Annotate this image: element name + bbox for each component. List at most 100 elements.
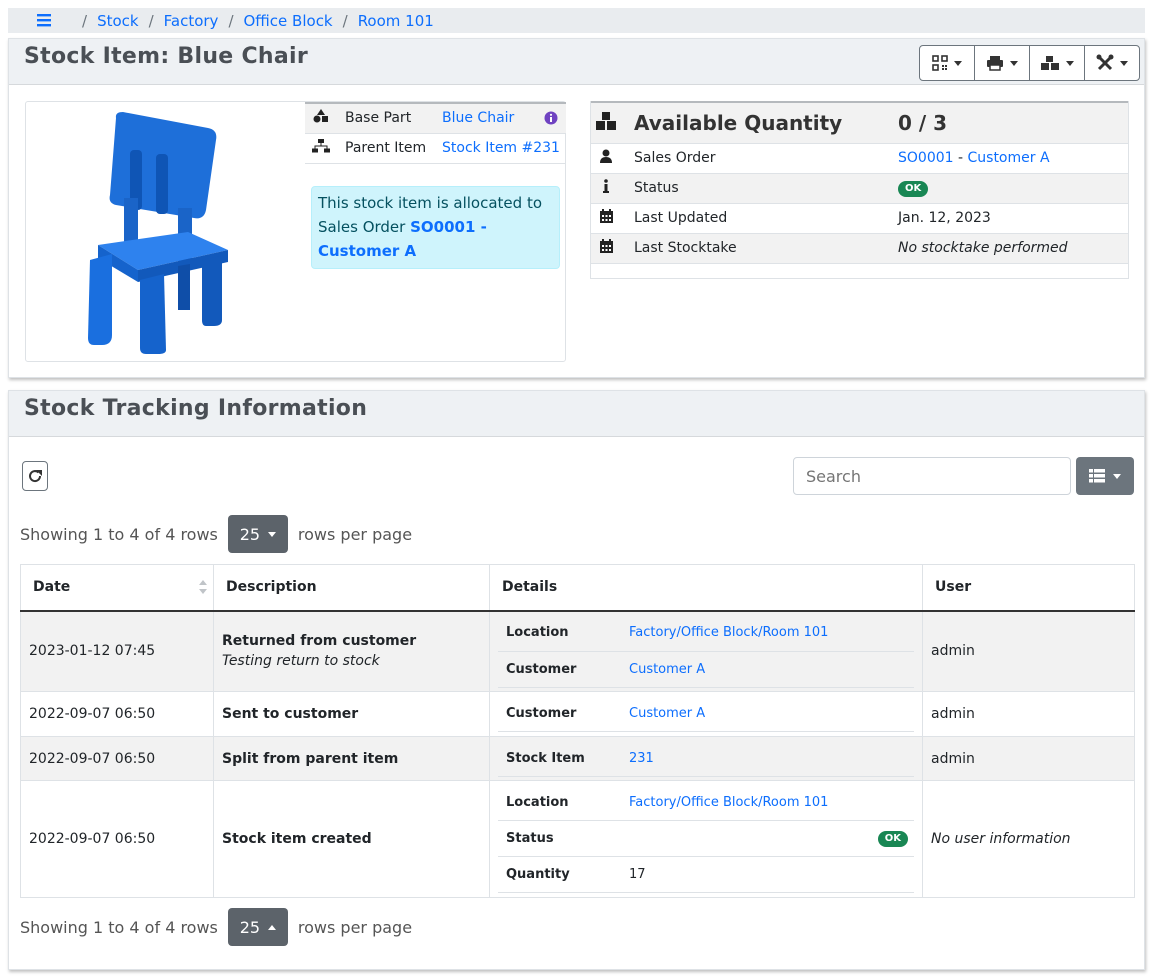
calendar-icon xyxy=(599,239,613,253)
column-date[interactable]: Date xyxy=(20,564,214,612)
available-quantity-label: Available Quantity xyxy=(622,102,898,144)
row-details: Customer Customer A xyxy=(498,695,914,733)
row-title: Returned from customer xyxy=(222,633,417,650)
toolbar xyxy=(919,45,1140,81)
chevron-down-icon xyxy=(1113,473,1121,479)
detail-key: Stock Item xyxy=(498,740,621,777)
row-subtitle: Testing return to stock xyxy=(222,653,380,670)
pagination-bottom: Showing 1 to 4 of 4 rows 25 rows per pag… xyxy=(20,908,412,946)
qrcode-icon xyxy=(932,55,948,71)
info-icon xyxy=(603,179,609,193)
tools-button[interactable] xyxy=(1084,45,1140,81)
row-date: 2022-09-07 06:50 xyxy=(20,691,214,737)
chevron-up-icon xyxy=(268,924,277,930)
sales-order-separator: - xyxy=(953,150,968,166)
page-size-dropdown[interactable]: 25 xyxy=(227,908,288,946)
allocation-alert: This stock item is allocated to Sales Or… xyxy=(311,186,560,269)
row-user: No user information xyxy=(922,780,1135,898)
calendar-icon xyxy=(599,209,613,223)
table-row: 2022-09-07 06:50 Split from parent item … xyxy=(20,736,1135,781)
tracking-table: Date Description Details User 2023-01-12… xyxy=(20,564,1135,898)
row-date: 2022-09-07 06:50 xyxy=(20,736,214,781)
list-icon xyxy=(1089,469,1105,483)
stock-item-header: Stock Item: Blue Chair xyxy=(9,39,1144,85)
boxes-icon xyxy=(596,111,616,130)
base-part-link[interactable]: Blue Chair xyxy=(442,110,514,126)
detail-key: Status xyxy=(498,820,621,858)
location-link[interactable]: Factory/Office Block/Room 101 xyxy=(629,625,828,640)
column-description: Description xyxy=(213,564,490,612)
column-details: Details xyxy=(489,564,923,612)
last-updated-value: Jan. 12, 2023 xyxy=(898,203,1129,234)
available-quantity-value: 0 / 3 xyxy=(898,102,1129,144)
last-stocktake-label: Last Stocktake xyxy=(622,233,898,264)
location-link[interactable]: Factory/Office Block/Room 101 xyxy=(629,795,828,810)
customer-link[interactable]: Customer A xyxy=(629,706,705,721)
row-user: admin xyxy=(922,736,1135,781)
page-size-dropdown[interactable]: 25 xyxy=(227,515,288,553)
chevron-down-icon xyxy=(1010,60,1018,66)
chevron-down-icon xyxy=(954,60,962,66)
row-details: Location Factory/Office Block/Room 101 St… xyxy=(498,784,914,894)
pagination-top: Showing 1 to 4 of 4 rows 25 rows per pag… xyxy=(20,515,412,553)
status-badge: OK xyxy=(898,181,929,197)
row-details: Stock Item 231 xyxy=(498,740,914,777)
refresh-icon xyxy=(29,470,42,483)
pagination-summary: Showing 1 to 4 of 4 rows xyxy=(20,524,218,544)
breadcrumb-office-block[interactable]: Office Block xyxy=(244,12,333,30)
detail-key: Location xyxy=(498,784,621,822)
info-icon[interactable] xyxy=(544,111,558,125)
chevron-down-icon xyxy=(1066,60,1074,66)
tools-icon xyxy=(1096,54,1114,71)
row-date: 2022-09-07 06:50 xyxy=(20,780,214,898)
menu-icon[interactable] xyxy=(36,12,52,28)
parent-item-link[interactable]: Stock Item #231 xyxy=(442,140,560,156)
page-title: Stock Item: Blue Chair xyxy=(24,44,309,69)
detail-key: Customer xyxy=(498,651,621,688)
last-updated-label: Last Updated xyxy=(622,203,898,234)
refresh-button[interactable] xyxy=(22,461,48,491)
columns-button[interactable] xyxy=(1076,457,1134,495)
quantity-value: 17 xyxy=(621,856,914,894)
part-image[interactable] xyxy=(78,110,238,355)
stock-item-panel: Stock Item: Blue Chair Base Part Blue Ch… xyxy=(8,38,1145,378)
print-button[interactable] xyxy=(974,45,1030,81)
row-title: Split from parent item xyxy=(222,750,399,767)
sitemap-icon xyxy=(312,139,330,153)
search-input[interactable] xyxy=(793,457,1071,495)
user-icon xyxy=(600,149,612,163)
row-date: 2023-01-12 07:45 xyxy=(20,610,214,692)
status-badge: OK xyxy=(877,831,908,848)
status-label: Status xyxy=(622,173,898,204)
table-row: 2023-01-12 07:45 Returned from customer … xyxy=(20,610,1135,692)
breadcrumb: / Stock / Factory / Office Block / Room … xyxy=(8,8,1145,33)
detail-key: Quantity xyxy=(498,856,621,894)
table-row: 2022-09-07 06:50 Stock item created Loca… xyxy=(20,780,1135,898)
row-user: admin xyxy=(922,610,1135,692)
pagination-summary: Showing 1 to 4 of 4 rows xyxy=(20,917,218,937)
row-title: Stock item created xyxy=(222,831,372,847)
pagination-suffix: rows per page xyxy=(297,524,413,544)
row-details: Location Factory/Office Block/Room 101 Cu… xyxy=(498,615,914,688)
page-size-value: 25 xyxy=(239,917,261,937)
breadcrumb-stock[interactable]: Stock xyxy=(97,12,139,30)
last-stocktake-value: No stocktake performed xyxy=(898,233,1129,264)
quantity-table: Available Quantity 0 / 3 Sales Order SO0… xyxy=(590,101,1129,264)
table-row: 2022-09-07 06:50 Sent to customer Custom… xyxy=(20,691,1135,737)
customer-link[interactable]: Customer A xyxy=(968,150,1050,166)
item-detail-card: Base Part Blue Chair Parent Item Stock I… xyxy=(25,101,566,362)
stock-item-link[interactable]: 231 xyxy=(629,751,654,766)
breadcrumb-room-101[interactable]: Room 101 xyxy=(358,12,434,30)
customer-link[interactable]: Customer A xyxy=(629,662,705,677)
breadcrumb-factory[interactable]: Factory xyxy=(164,12,219,30)
sales-order-link[interactable]: SO0001 xyxy=(898,150,954,166)
page-size-value: 25 xyxy=(239,524,261,544)
stock-actions-button[interactable] xyxy=(1029,45,1085,81)
part-info-table: Base Part Blue Chair Parent Item Stock I… xyxy=(305,102,566,164)
barcode-button[interactable] xyxy=(919,45,975,81)
sort-icon xyxy=(199,580,207,594)
column-user: User xyxy=(922,564,1135,612)
row-title: Sent to customer xyxy=(222,706,359,722)
detail-key: Customer xyxy=(498,695,621,733)
pagination-suffix: rows per page xyxy=(297,917,413,937)
